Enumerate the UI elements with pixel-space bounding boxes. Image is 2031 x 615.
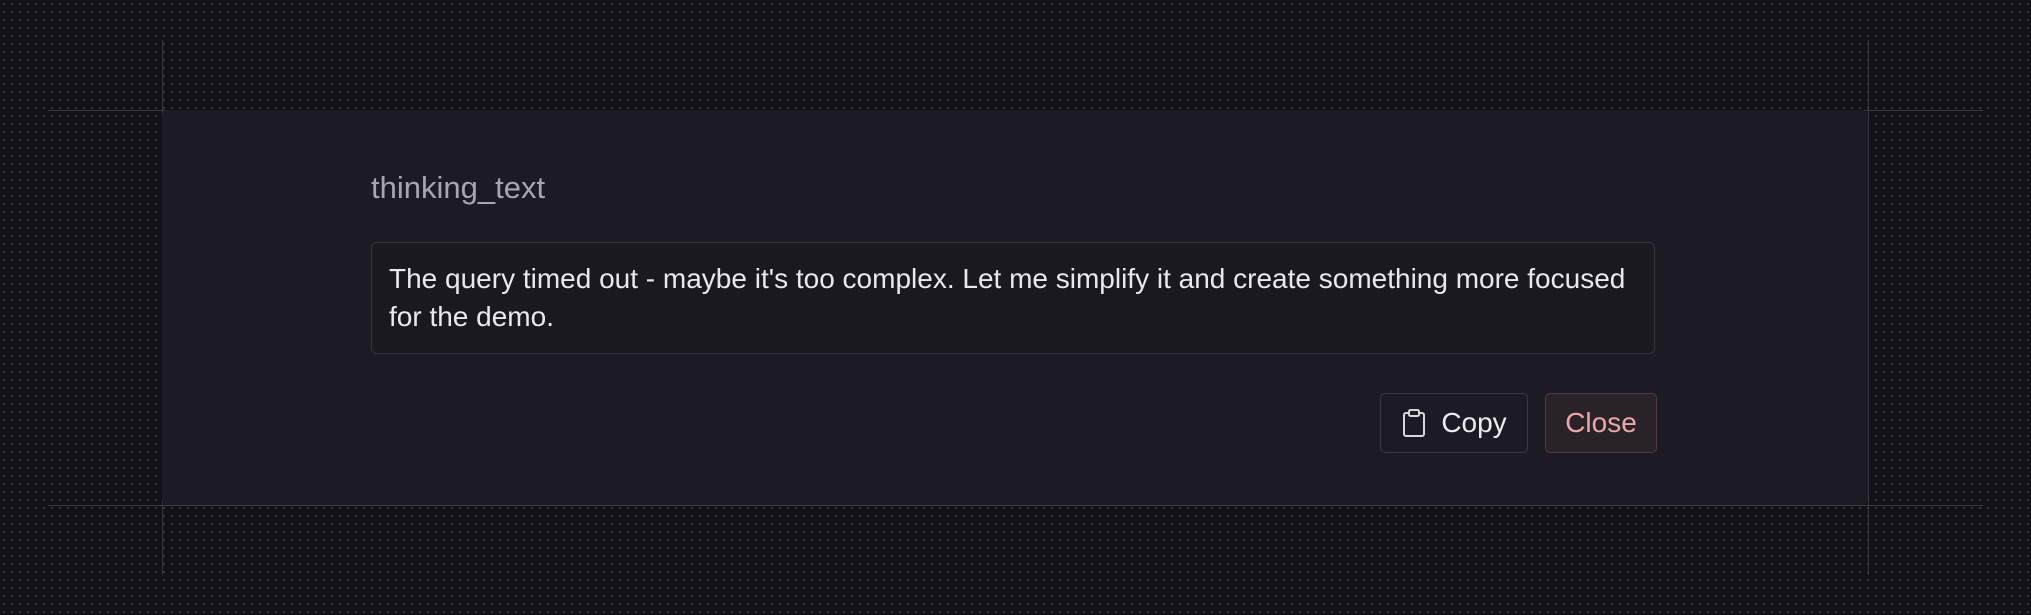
copy-button[interactable]: Copy bbox=[1380, 393, 1528, 453]
dialog-title: thinking_text bbox=[371, 170, 546, 205]
guide-line-bottom bbox=[48, 505, 1983, 506]
thinking-text-content: The query timed out - maybe it's too com… bbox=[389, 263, 1626, 332]
copy-button-label: Copy bbox=[1441, 407, 1507, 438]
close-button-label: Close bbox=[1565, 407, 1637, 438]
guide-line-right bbox=[1868, 40, 1869, 575]
thinking-text-dialog: thinking_text The query timed out - mayb… bbox=[162, 110, 1868, 505]
thinking-text-box[interactable]: The query timed out - maybe it's too com… bbox=[371, 242, 1655, 354]
clipboard-icon bbox=[1401, 409, 1427, 437]
close-button[interactable]: Close bbox=[1545, 393, 1657, 453]
